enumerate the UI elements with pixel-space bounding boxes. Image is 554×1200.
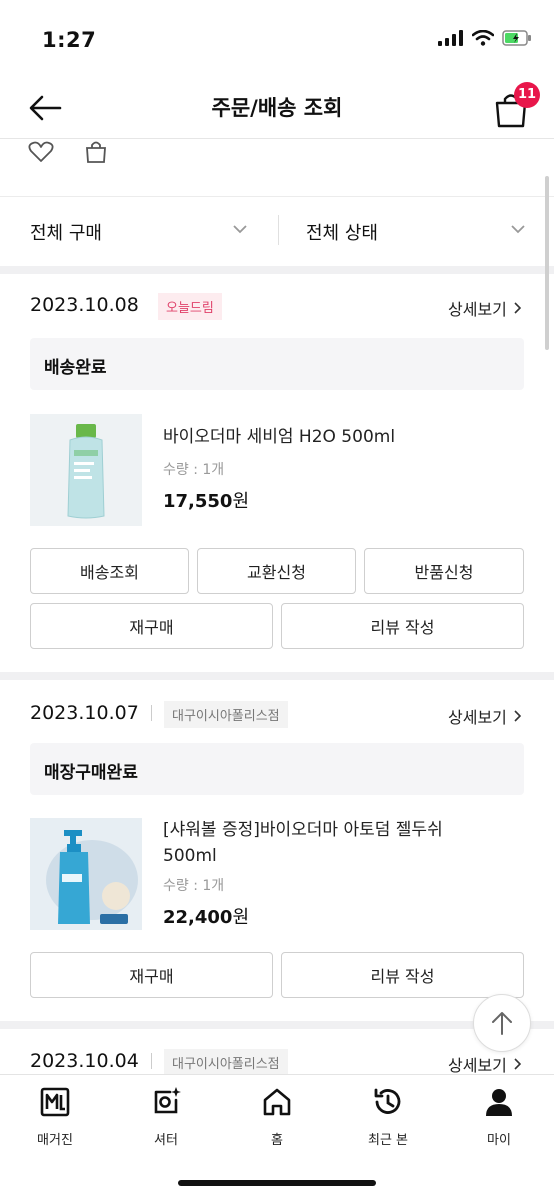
product-name-line1: [샤워볼 증정]바이오더마 아토덤 젤두쉬: [163, 820, 443, 840]
detail-link[interactable]: 상세보기: [448, 704, 521, 728]
price-value: 17,550: [163, 491, 233, 512]
section-gap: [0, 672, 554, 680]
repurchase-button[interactable]: 재구매: [30, 952, 273, 998]
order-status-box: 매장구매완료: [30, 743, 524, 795]
repurchase-button[interactable]: 재구매: [30, 603, 273, 649]
detail-link[interactable]: 상세보기: [448, 296, 521, 320]
home-icon: [263, 1088, 291, 1116]
pump-bottle-image: [30, 818, 142, 930]
product-price: 17,550원: [163, 487, 249, 513]
heart-icon[interactable]: [28, 140, 54, 164]
product-name[interactable]: 바이오더마 세비엄 H2O 500ml: [163, 424, 395, 450]
signal-icon: [438, 30, 463, 46]
product-name[interactable]: [샤워볼 증정]바이오더마 아토덤 젤두쉬 500ml: [163, 817, 443, 869]
cart-button[interactable]: 11: [492, 82, 540, 128]
shutter-icon: [154, 1087, 181, 1114]
chevron-right-icon: [514, 302, 521, 314]
status-time: 1:27: [42, 28, 97, 52]
tab-my[interactable]: 마이: [449, 1085, 549, 1148]
bag-icon[interactable]: [84, 140, 108, 164]
tab-label: 최근 본: [367, 1133, 408, 1148]
product-quantity: 수량 : 1개: [163, 878, 225, 894]
state-filter[interactable]: 전체 상태: [306, 219, 378, 245]
arrow-up-icon: [492, 1012, 512, 1035]
detail-link[interactable]: 상세보기: [448, 1052, 521, 1076]
write-review-button[interactable]: 리뷰 작성: [281, 603, 524, 649]
chevron-right-icon: [514, 710, 521, 722]
home-indicator: [178, 1180, 376, 1186]
section-gap: [0, 1021, 554, 1029]
order-date: 2023.10.08: [30, 294, 139, 316]
tab-label: 셔터: [154, 1133, 178, 1148]
detail-link-label: 상세보기: [448, 300, 507, 319]
tag-separator: [151, 705, 152, 721]
tab-recent[interactable]: 최근 본: [338, 1085, 438, 1148]
chevron-down-icon[interactable]: [510, 224, 526, 234]
wifi-icon: [472, 30, 494, 46]
scroll-top-button[interactable]: [473, 994, 531, 1052]
product-thumbnail[interactable]: [30, 818, 142, 930]
tab-label: 마이: [487, 1133, 511, 1148]
order-status-box: 배송완료: [30, 338, 524, 390]
track-delivery-button[interactable]: 배송조회: [30, 548, 189, 594]
battery-icon: [502, 30, 531, 46]
detail-link-label: 상세보기: [448, 1056, 507, 1075]
my-icon: [486, 1089, 512, 1116]
status-icons: [438, 30, 532, 46]
write-review-button[interactable]: 리뷰 작성: [281, 952, 524, 998]
cart-count-badge: 11: [514, 82, 540, 108]
tab-label: 홈: [271, 1133, 283, 1148]
filter-bar: 전체 구매 전체 상태: [0, 196, 554, 266]
magazine-icon: [40, 1087, 70, 1117]
section-gap: [0, 266, 554, 274]
purchase-filter[interactable]: 전체 구매: [30, 219, 102, 245]
product-thumbnail[interactable]: [30, 414, 142, 526]
detail-link-label: 상세보기: [448, 708, 507, 727]
exchange-request-button[interactable]: 교환신청: [197, 548, 356, 594]
mini-icon-row: [28, 140, 108, 164]
order-date: 2023.10.07: [30, 702, 139, 724]
store-tag: 대구이시아폴리스점: [164, 701, 288, 728]
product-name-line2: 500ml: [163, 846, 217, 866]
order-date: 2023.10.04: [30, 1050, 139, 1072]
product-quantity: 수량 : 1개: [163, 462, 225, 478]
tab-label: 매거진: [37, 1133, 73, 1148]
order-status: 배송완료: [44, 358, 107, 378]
price-currency: 원: [232, 907, 250, 928]
filter-divider: [278, 215, 279, 245]
store-tag: 대구이시아폴리스점: [164, 1049, 288, 1076]
delivery-tag: 오늘드림: [158, 293, 222, 320]
product-price: 22,400원: [163, 903, 249, 929]
chevron-right-icon: [514, 1058, 521, 1070]
header-divider: [0, 138, 554, 139]
recent-icon: [374, 1088, 401, 1114]
price-currency: 원: [232, 491, 250, 512]
bottle-image: [30, 414, 142, 526]
tab-shutter[interactable]: 셔터: [116, 1085, 216, 1148]
tab-magazine[interactable]: 매거진: [5, 1085, 105, 1148]
page-title: 주문/배송 조회: [211, 96, 343, 120]
order-status: 매장구매완료: [44, 763, 138, 783]
scrollbar[interactable]: [545, 176, 549, 350]
tab-home[interactable]: 홈: [227, 1085, 327, 1148]
chevron-down-icon[interactable]: [232, 224, 248, 234]
return-request-button[interactable]: 반품신청: [364, 548, 524, 594]
price-value: 22,400: [163, 907, 233, 928]
tag-separator: [151, 1053, 152, 1069]
